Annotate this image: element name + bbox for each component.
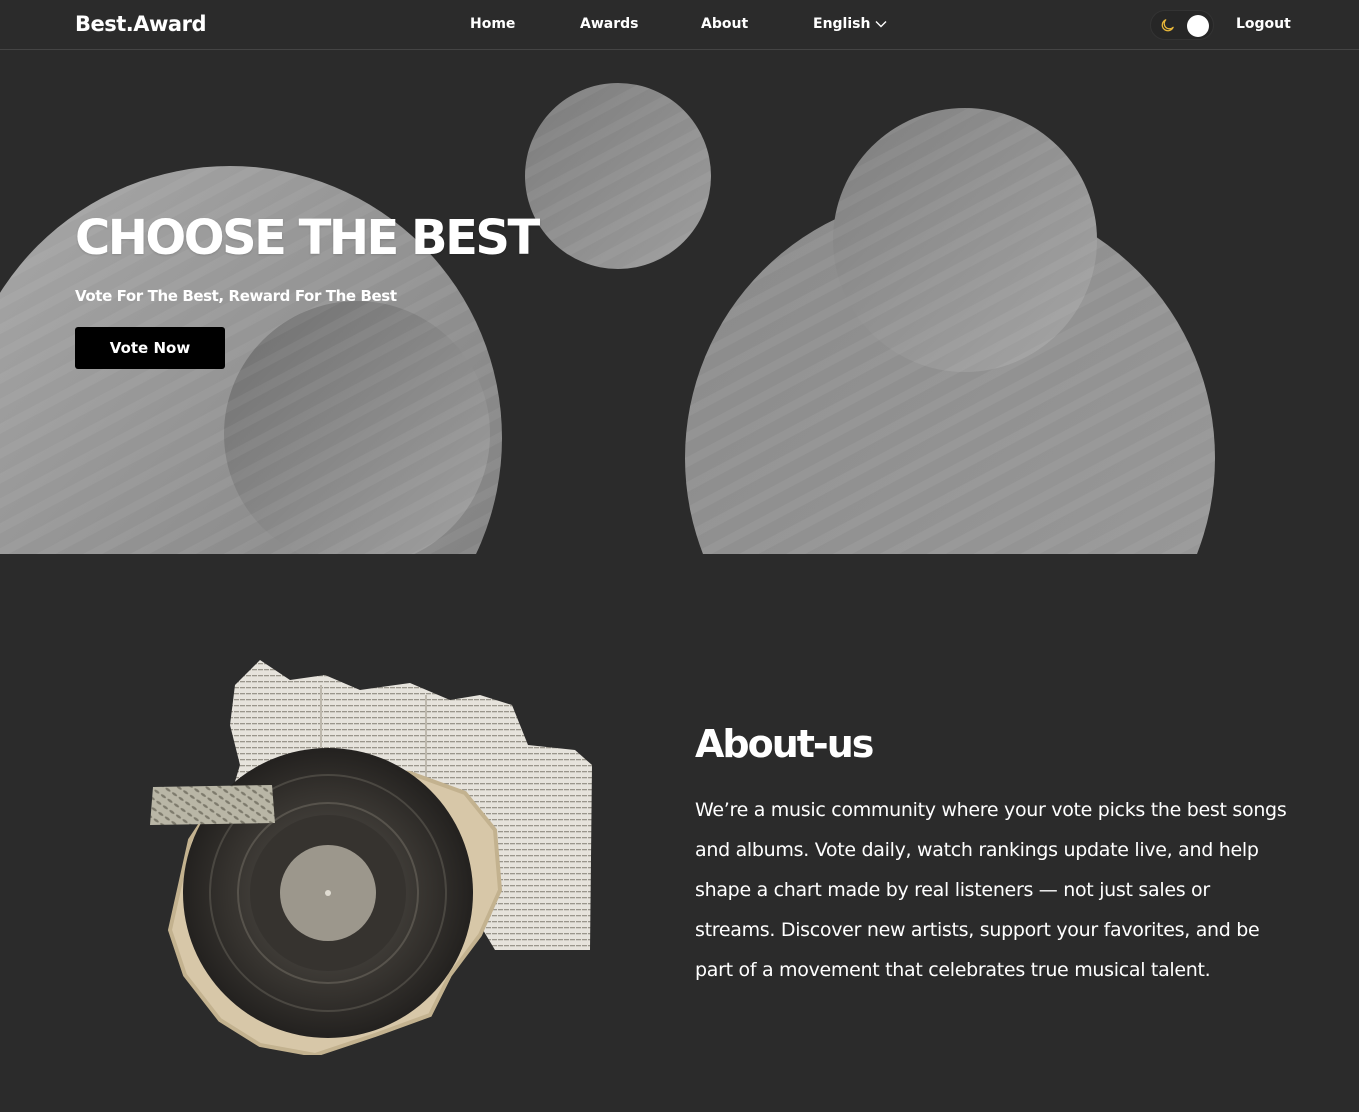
chevron-down-icon bbox=[875, 20, 887, 28]
toggle-knob bbox=[1187, 15, 1209, 37]
moon-icon bbox=[1159, 17, 1176, 38]
logout-link[interactable]: Logout bbox=[1236, 16, 1291, 32]
language-label: English bbox=[813, 16, 871, 32]
theme-toggle[interactable] bbox=[1150, 10, 1214, 40]
vote-now-button[interactable]: Vote Now bbox=[75, 327, 225, 369]
hero-section: CHOOSE THE BEST Vote For The Best, Rewar… bbox=[0, 50, 1359, 554]
language-selector[interactable]: English bbox=[813, 16, 887, 32]
nav-link-about[interactable]: About bbox=[701, 16, 748, 32]
about-title: About-us bbox=[695, 722, 874, 766]
brand-logo[interactable]: Best.Award bbox=[75, 12, 206, 36]
nav-link-home[interactable]: Home bbox=[470, 16, 515, 32]
hero-subtitle: Vote For The Best, Reward For The Best bbox=[75, 287, 397, 305]
vinyl-record-collage-icon bbox=[150, 655, 595, 1059]
top-navbar: Best.Award Home Awards About English Log… bbox=[0, 0, 1359, 50]
nav-link-awards[interactable]: Awards bbox=[580, 16, 638, 32]
hero-title: CHOOSE THE BEST bbox=[75, 210, 540, 266]
about-description: We’re a music community where your vote … bbox=[695, 799, 1287, 981]
